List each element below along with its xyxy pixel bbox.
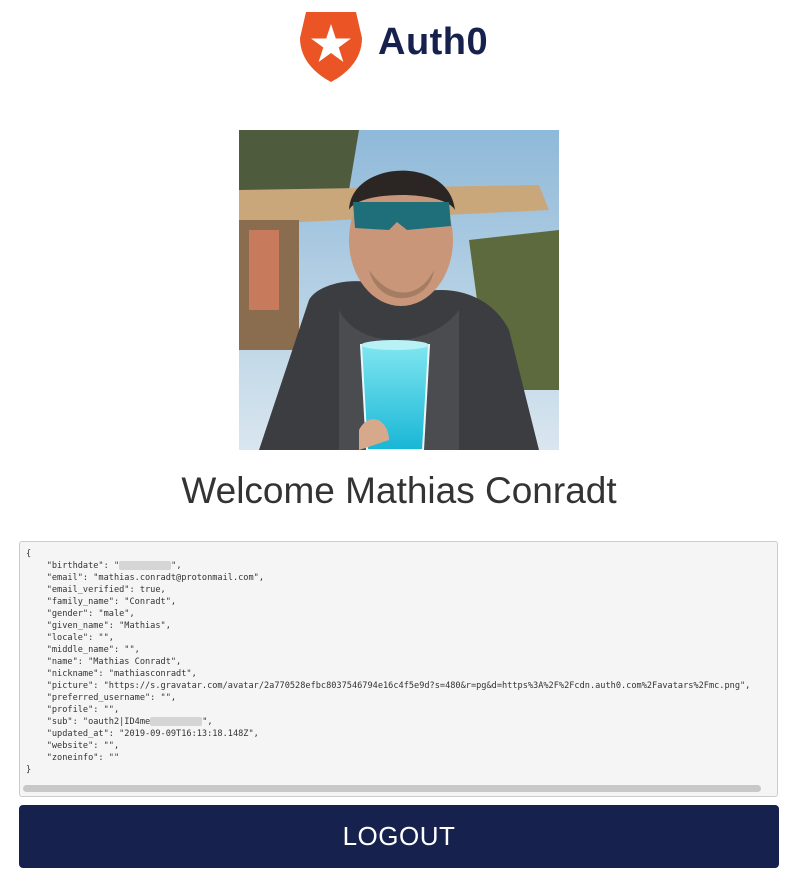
redacted-value — [119, 561, 172, 570]
json-line: "sub": "oauth2|ID4me ", — [26, 717, 213, 727]
json-line: "family_name": "Conradt", — [26, 597, 177, 607]
json-line: "birthdate": " ", — [26, 561, 182, 571]
json-line: "updated_at": "2019-09-09T16:13:18.148Z"… — [26, 729, 259, 739]
auth0-logo: Auth0 — [298, 8, 488, 84]
profile-json-panel[interactable]: { "birthdate": " ", "email": "mathias.con… — [19, 541, 778, 797]
json-line: "gender": "male", — [26, 609, 135, 619]
json-line: "middle_name": "", — [26, 645, 140, 655]
json-line: "locale": "", — [26, 633, 114, 643]
json-line: "email_verified": true, — [26, 585, 166, 595]
json-line: "profile": "", — [26, 705, 120, 715]
brand-name: Auth0 — [378, 20, 489, 63]
profile-json: { "birthdate": " ", "email": "mathias.con… — [20, 542, 777, 776]
json-line: "name": "Mathias Conradt", — [26, 657, 182, 667]
header: Auth0 — [0, 8, 798, 86]
horizontal-scrollbar[interactable] — [23, 785, 761, 792]
json-line: "website": "", — [26, 741, 120, 751]
json-line: { — [26, 549, 32, 559]
json-line: "email": "mathias.conradt@protonmail.com… — [26, 573, 264, 583]
avatar — [239, 130, 559, 450]
auth0-shield-star-icon — [300, 12, 362, 82]
json-line: "zoneinfo": "" — [26, 753, 120, 763]
json-line: "preferred_username": "", — [26, 693, 177, 703]
welcome-heading: Welcome Mathias Conradt — [181, 470, 617, 511]
json-line: "nickname": "mathiasconradt", — [26, 669, 197, 679]
logout-button[interactable]: LOGOUT — [19, 805, 779, 868]
json-line: "given_name": "Mathias", — [26, 621, 171, 631]
json-line: "picture": "https://s.gravatar.com/avata… — [26, 681, 751, 691]
json-line: } — [26, 765, 32, 775]
redacted-value — [150, 717, 203, 726]
